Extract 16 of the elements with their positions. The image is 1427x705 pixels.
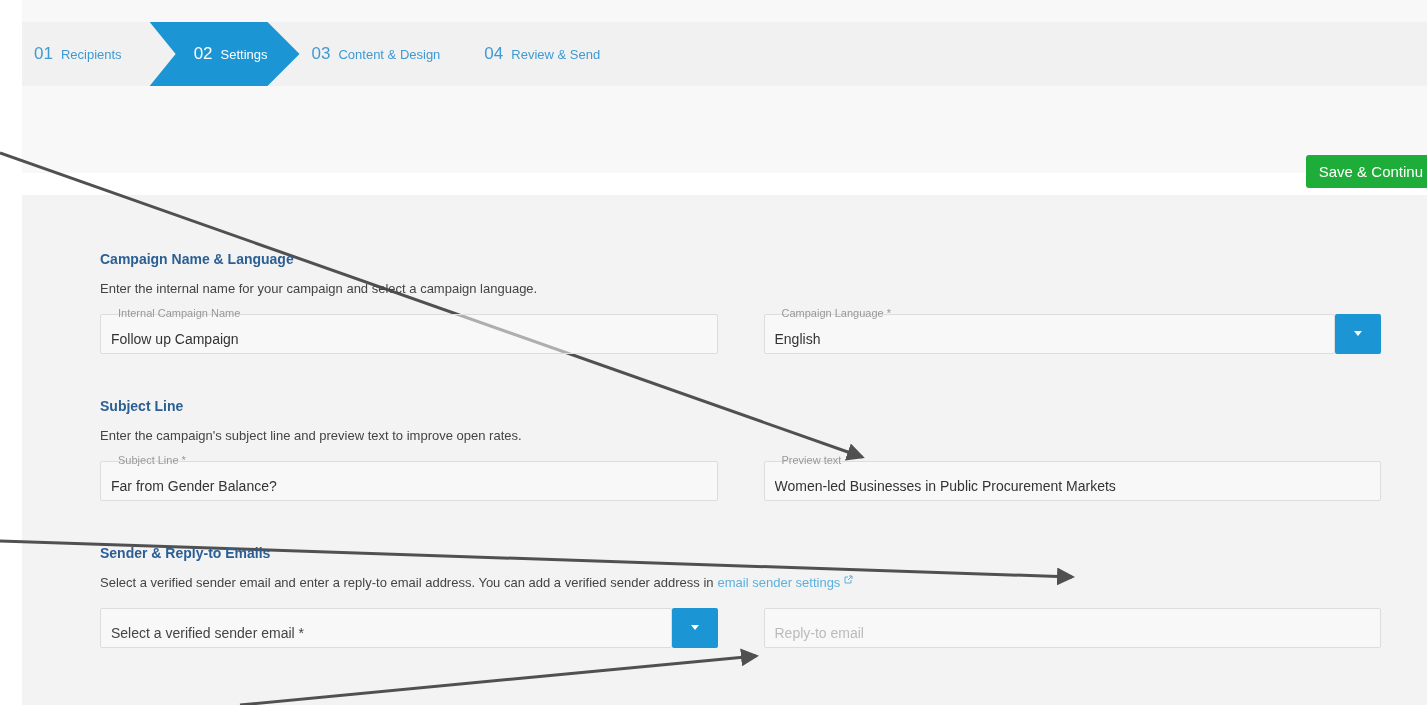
wizard-step[interactable]: 04 Review & Send [472, 22, 633, 86]
settings-link[interactable]: email sender settings [717, 575, 841, 590]
section-title: Sender & Reply-to Emails [100, 545, 271, 561]
wizard-step[interactable]: 03 Content & Design [299, 22, 473, 86]
section-description: Select a verified sender email and enter a reply-to email address. You can add a verified sender address in [100, 575, 714, 590]
select-field[interactable]: Select a verified sender email * [100, 608, 672, 648]
input-field[interactable]: Reply-to email [763, 608, 1381, 648]
wizard-step[interactable]: 02 Settings [149, 22, 300, 86]
section-title: Subject Line [100, 398, 184, 414]
section-description: Enter the campaign's subject line and preview text to improve open rates. [100, 428, 522, 443]
section-title: Campaign Name & Language [100, 251, 294, 267]
dropdown-button[interactable] [671, 608, 718, 648]
save-continue-button[interactable]: Save & Continu [1305, 155, 1427, 188]
caret-icon [689, 625, 700, 631]
external-link-icon [844, 575, 854, 584]
caret-icon [1353, 331, 1363, 337]
